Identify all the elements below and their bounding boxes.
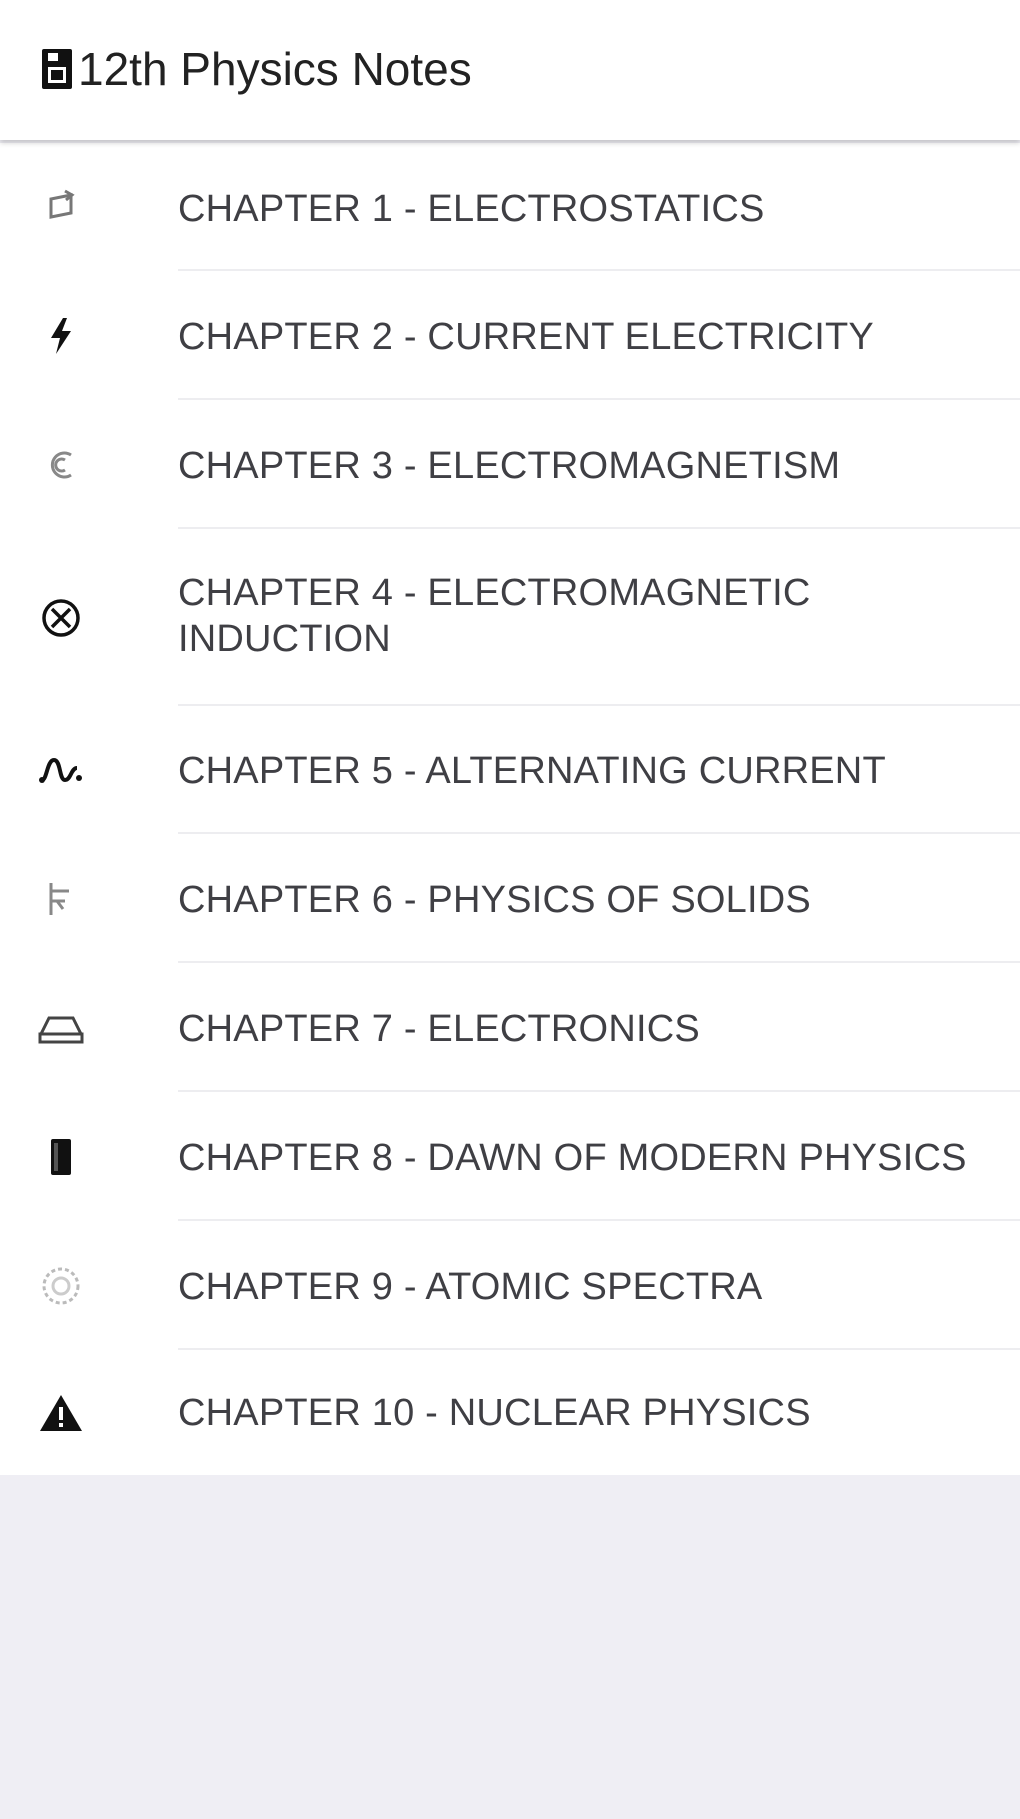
chapter-item-2[interactable]: CHAPTER 2 - CURRENT ELECTRICITY	[0, 271, 1020, 400]
chapter-item-10[interactable]: CHAPTER 10 - NUCLEAR PHYSICS	[0, 1350, 1020, 1475]
chapter-label: CHAPTER 6 - PHYSICS OF SOLIDS	[178, 879, 811, 921]
refresh-icon	[36, 182, 86, 232]
chapter-item-4[interactable]: CHAPTER 4 - ELECTROMAGNETIC INDUCTION	[0, 529, 1020, 706]
app-screen: 12th Physics Notes CHAPTER 1 - ELECTROST…	[0, 0, 1020, 1819]
chapter-label: CHAPTER 5 - ALTERNATING CURRENT	[178, 750, 886, 792]
page-title: 12th Physics Notes	[78, 43, 472, 95]
app-header: 12th Physics Notes	[0, 0, 1020, 140]
chapter-label: CHAPTER 8 - DAWN OF MODERN PHYSICS	[178, 1137, 967, 1179]
chapter-label: CHAPTER 7 - ELECTRONICS	[178, 1008, 700, 1050]
chapter-item-3[interactable]: CHAPTER 3 - ELECTROMAGNETISM	[0, 400, 1020, 529]
lightning-icon	[36, 311, 86, 361]
spring-icon	[36, 874, 86, 924]
chapter-item-5[interactable]: CHAPTER 5 - ALTERNATING CURRENT	[0, 706, 1020, 834]
radiation-warning-icon	[36, 1388, 86, 1438]
chip-icon	[36, 1003, 86, 1053]
chapter-label: CHAPTER 2 - CURRENT ELECTRICITY	[178, 316, 874, 358]
lightbulb-icon	[36, 1132, 86, 1182]
chapter-item-7[interactable]: CHAPTER 7 - ELECTRONICS	[0, 963, 1020, 1092]
chapter-label: CHAPTER 9 - ATOMIC SPECTRA	[178, 1266, 763, 1308]
chapter-item-9[interactable]: CHAPTER 9 - ATOMIC SPECTRA	[0, 1221, 1020, 1350]
magnet-icon	[36, 440, 86, 490]
chapter-label: CHAPTER 4 - ELECTROMAGNETIC INDUCTION	[178, 572, 811, 660]
sine-wave-icon	[36, 745, 86, 795]
document-icon	[42, 49, 72, 89]
coil-icon	[36, 593, 86, 643]
chapter-item-8[interactable]: CHAPTER 8 - DAWN OF MODERN PHYSICS	[0, 1092, 1020, 1221]
chapter-list: CHAPTER 1 - ELECTROSTATICS CHAPTER 2 - C…	[0, 143, 1020, 1475]
chapter-label: CHAPTER 1 - ELECTROSTATICS	[178, 188, 765, 230]
chapter-item-6[interactable]: CHAPTER 6 - PHYSICS OF SOLIDS	[0, 834, 1020, 963]
chapter-label: CHAPTER 3 - ELECTROMAGNETISM	[178, 445, 841, 487]
atom-icon	[36, 1261, 86, 1311]
chapter-item-1[interactable]: CHAPTER 1 - ELECTROSTATICS	[0, 143, 1020, 271]
chapter-label: CHAPTER 10 - NUCLEAR PHYSICS	[178, 1392, 811, 1434]
